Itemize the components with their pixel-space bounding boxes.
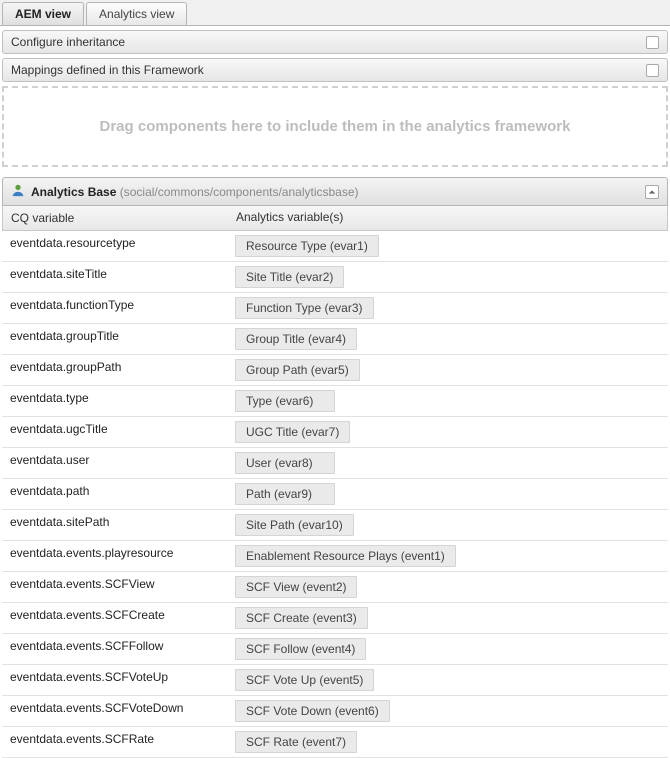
tab-aem-view[interactable]: AEM view [2,2,84,25]
rows-container: eventdata.resourcetype Resource Type (eva… [0,231,670,758]
analytics-variable-chip[interactable]: SCF Create (event3) [235,607,368,629]
table-row: eventdata.events.SCFVoteDown SCF Vote Dow… [2,696,668,727]
collapse-icon[interactable] [645,185,659,199]
analytics-variable-cell: SCF Follow (event4) [227,634,668,664]
mappings-checkbox[interactable] [646,64,659,77]
configure-inheritance-bar[interactable]: Configure inheritance [2,30,668,54]
analytics-variable-cell: User (evar8) [227,448,668,478]
analytics-variable-cell: SCF Vote Down (event6) [227,696,668,726]
table-row: eventdata.sitePath Site Path (evar10) [2,510,668,541]
analytics-variable-cell: Function Type (evar3) [227,293,668,323]
cq-variable-cell: eventdata.user [2,448,227,478]
analytics-variable-cell: Enablement Resource Plays (event1) [227,541,668,571]
analytics-variable-cell: UGC Title (evar7) [227,417,668,447]
analytics-variable-cell: Path (evar9) [227,479,668,509]
analytics-variable-cell: Site Path (evar10) [227,510,668,540]
table-row: eventdata.events.SCFFollow SCF Follow (ev… [2,634,668,665]
cq-variable-cell: eventdata.resourcetype [2,231,227,261]
table-row: eventdata.type Type (evar6) [2,386,668,417]
table-row: eventdata.path Path (evar9) [2,479,668,510]
analytics-variable-chip[interactable]: UGC Title (evar7) [235,421,350,443]
header-analytics-variable: Analytics variable(s) [228,206,667,230]
analytics-variable-cell: SCF Vote Up (event5) [227,665,668,695]
cq-variable-cell: eventdata.siteTitle [2,262,227,292]
panel-path: (social/commons/components/analyticsbase… [120,185,359,199]
analytics-variable-cell: Group Title (evar4) [227,324,668,354]
analytics-base-panel-header[interactable]: Analytics Base (social/commons/component… [2,177,668,206]
cq-variable-cell: eventdata.path [2,479,227,509]
cq-variable-cell: eventdata.groupTitle [2,324,227,354]
header-cq-variable: CQ variable [3,206,228,230]
cq-variable-cell: eventdata.groupPath [2,355,227,385]
analytics-variable-cell: SCF Create (event3) [227,603,668,633]
analytics-variable-chip[interactable]: Site Title (evar2) [235,266,344,288]
table-row: eventdata.groupPath Group Path (evar5) [2,355,668,386]
table-row: eventdata.events.playresource Enablement … [2,541,668,572]
analytics-variable-chip[interactable]: SCF Rate (event7) [235,731,357,753]
mappings-label: Mappings defined in this Framework [11,63,204,77]
cq-variable-cell: eventdata.type [2,386,227,416]
analytics-variable-cell: Resource Type (evar1) [227,231,668,261]
cq-variable-cell: eventdata.functionType [2,293,227,323]
analytics-variable-chip[interactable]: User (evar8) [235,452,335,474]
table-row: eventdata.groupTitle Group Title (evar4) [2,324,668,355]
analytics-variable-cell: SCF View (event2) [227,572,668,602]
analytics-variable-chip[interactable]: SCF View (event2) [235,576,357,598]
configure-inheritance-label: Configure inheritance [11,35,125,49]
analytics-variable-chip[interactable]: Path (evar9) [235,483,335,505]
analytics-variable-chip[interactable]: SCF Follow (event4) [235,638,366,660]
cq-variable-cell: eventdata.events.SCFRate [2,727,227,757]
table-header: CQ variable Analytics variable(s) [2,206,668,231]
configure-inheritance-checkbox[interactable] [646,36,659,49]
component-dropzone[interactable]: Drag components here to include them in … [2,86,668,167]
cq-variable-cell: eventdata.ugcTitle [2,417,227,447]
cq-variable-cell: eventdata.events.SCFVoteDown [2,696,227,726]
table-row: eventdata.events.SCFCreate SCF Create (ev… [2,603,668,634]
table-row: eventdata.siteTitle Site Title (evar2) [2,262,668,293]
analytics-variable-chip[interactable]: SCF Vote Down (event6) [235,700,390,722]
component-icon [11,183,25,200]
table-row: eventdata.events.SCFVoteUp SCF Vote Up (e… [2,665,668,696]
analytics-variable-chip[interactable]: Group Title (evar4) [235,328,357,350]
panel-title: Analytics Base [31,185,116,199]
analytics-variable-cell: Type (evar6) [227,386,668,416]
cq-variable-cell: eventdata.events.playresource [2,541,227,571]
table-row: eventdata.events.SCFRate SCF Rate (event7… [2,727,668,758]
table-row: eventdata.functionType Function Type (eva… [2,293,668,324]
table-row: eventdata.ugcTitle UGC Title (evar7) [2,417,668,448]
cq-variable-cell: eventdata.events.SCFFollow [2,634,227,664]
analytics-variable-chip[interactable]: Site Path (evar10) [235,514,354,536]
dropzone-text: Drag components here to include them in … [100,118,571,135]
cq-variable-cell: eventdata.events.SCFVoteUp [2,665,227,695]
analytics-variable-chip[interactable]: Group Path (evar5) [235,359,360,381]
cq-variable-cell: eventdata.events.SCFView [2,572,227,602]
table-row: eventdata.user User (evar8) [2,448,668,479]
analytics-variable-chip[interactable]: Enablement Resource Plays (event1) [235,545,456,567]
analytics-variable-chip[interactable]: Type (evar6) [235,390,335,412]
table-row: eventdata.resourcetype Resource Type (eva… [2,231,668,262]
analytics-variable-cell: Group Path (evar5) [227,355,668,385]
table-row: eventdata.events.SCFView SCF View (event2… [2,572,668,603]
tab-analytics-view[interactable]: Analytics view [86,2,187,25]
analytics-variable-cell: Site Title (evar2) [227,262,668,292]
cq-variable-cell: eventdata.events.SCFCreate [2,603,227,633]
analytics-variable-cell: SCF Rate (event7) [227,727,668,757]
mappings-bar[interactable]: Mappings defined in this Framework [2,58,668,82]
analytics-variable-chip[interactable]: Function Type (evar3) [235,297,374,319]
cq-variable-cell: eventdata.sitePath [2,510,227,540]
analytics-variable-chip[interactable]: SCF Vote Up (event5) [235,669,374,691]
analytics-variable-chip[interactable]: Resource Type (evar1) [235,235,379,257]
tab-bar: AEM view Analytics view [0,0,670,26]
